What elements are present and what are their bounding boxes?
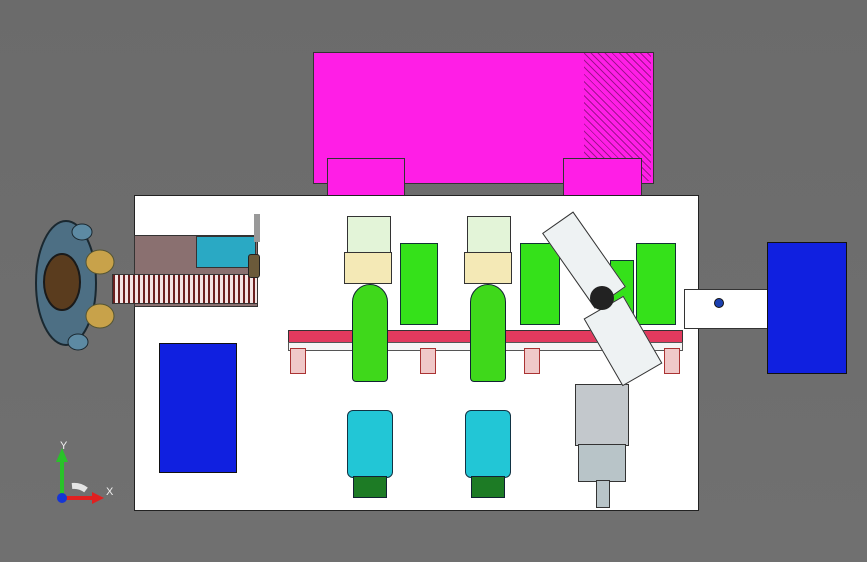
motor-2-endcap [471,476,505,498]
green-panel-3 [636,243,676,325]
motor-1[interactable] [347,410,393,478]
gray-motor[interactable] [575,384,629,446]
outfeed-sensor [714,298,724,308]
green-panel-1 [400,243,438,325]
motor-2[interactable] [465,410,511,478]
robot-figure[interactable] [18,208,118,358]
clamp-2 [420,348,436,374]
clamp-4 [664,348,680,374]
x-axis-label: X [106,486,114,498]
coordinate-triad-icon: Y X [40,440,120,510]
feeder-cylinder [248,254,260,278]
clamp-3 [524,348,540,374]
gray-motor-shaft [596,480,610,508]
motor-1-endcap [353,476,387,498]
y-axis-label: Y [60,440,68,452]
spindle-arm-1[interactable] [352,284,388,382]
feeder-valve [254,214,260,242]
station-housing-2 [464,252,512,284]
station-housing-1 [344,252,392,284]
cad-viewport[interactable]: Y X [0,0,867,562]
tilted-spindle [590,286,614,310]
cabinet-foot-left [327,158,405,197]
right-blue-cabinet[interactable] [767,242,847,374]
feeder-teal-block [196,236,256,268]
clamp-1 [290,348,306,374]
gray-motor-housing [578,444,626,482]
station-head-1 [347,216,391,256]
spindle-arm-2[interactable] [470,284,506,382]
station-head-2 [467,216,511,256]
cabinet-foot-right [563,158,642,197]
green-panel-2 [520,243,560,325]
feeder-chain [112,274,258,304]
left-blue-cabinet[interactable] [159,343,237,473]
